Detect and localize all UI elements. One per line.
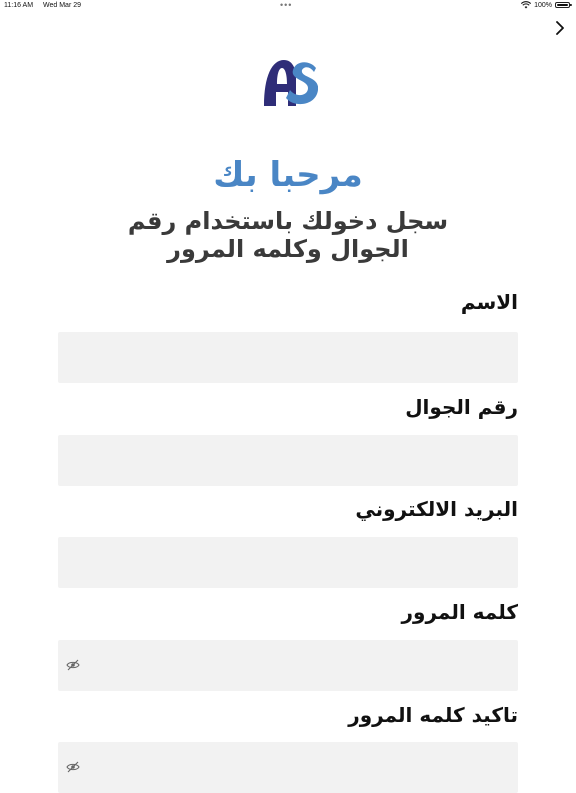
phone-field[interactable]: [58, 435, 518, 486]
name-field[interactable]: [58, 332, 518, 383]
battery-fill: [557, 4, 568, 6]
password-field[interactable]: [58, 640, 518, 691]
eye-off-icon[interactable]: [66, 761, 80, 773]
wifi-icon: [521, 1, 532, 9]
battery-percent: 100%: [534, 1, 552, 9]
name-label: الاسم: [460, 290, 518, 314]
status-right: 100%: [521, 1, 572, 9]
phone-label: رقم الجوال: [405, 395, 518, 419]
status-time: 11:16 AM: [4, 2, 34, 9]
password-label: كلمه المرور: [401, 600, 518, 624]
welcome-title: مرحبا بك: [213, 155, 363, 195]
status-date: Wed Mar 29: [43, 2, 82, 9]
chevron-right-icon[interactable]: [552, 18, 568, 38]
eye-off-icon[interactable]: [66, 659, 80, 671]
multitasking-dots-icon[interactable]: •••: [280, 0, 292, 10]
confirm-password-label: تاكيد كلمه المرور: [348, 703, 518, 727]
brand-logo-icon: [262, 56, 319, 108]
status-left: 11:16 AM Wed Mar 29: [4, 2, 89, 9]
email-label: البريد الالكتروني: [355, 497, 518, 521]
login-subtitle: سجل دخولك باستخدام رقم الجوال وكلمه المر…: [127, 207, 449, 263]
email-field[interactable]: [58, 537, 518, 588]
status-bar: 11:16 AM Wed Mar 29 ••• 100%: [0, 0, 576, 12]
battery-icon: [555, 2, 572, 8]
